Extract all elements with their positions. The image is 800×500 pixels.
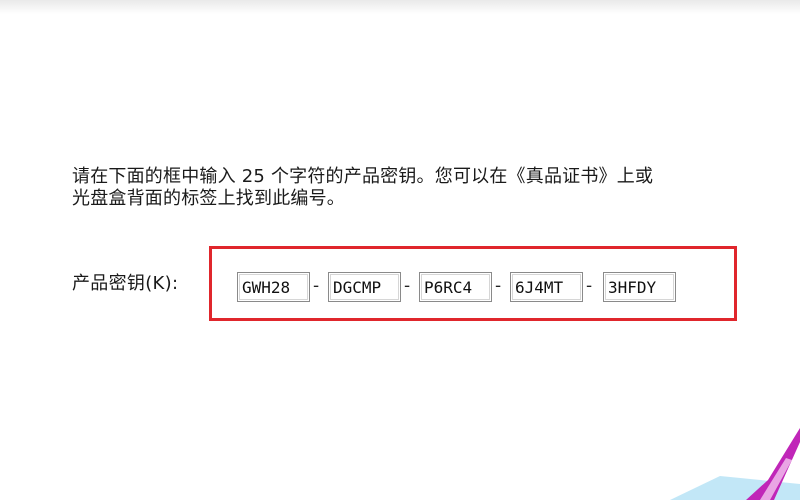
product-key-field-2[interactable] <box>328 272 401 302</box>
product-key-field-3[interactable] <box>419 272 492 302</box>
instruction-line-1: 请在下面的框中输入 25 个字符的产品密钥。您可以在《真品证书》上或 <box>72 166 654 187</box>
window-top-edge <box>0 0 800 14</box>
product-key-label: 产品密钥(K): <box>72 273 179 294</box>
instruction-text: 请在下面的框中输入 25 个字符的产品密钥。您可以在《真品证书》上或 光盘盒背面… <box>72 166 800 210</box>
key-separator: - <box>495 276 502 296</box>
key-separator: - <box>404 276 411 296</box>
product-key-field-4[interactable] <box>510 272 583 302</box>
key-separator: - <box>586 276 593 296</box>
product-key-field-1[interactable] <box>237 272 310 302</box>
key-separator: - <box>313 276 320 296</box>
product-key-field-5[interactable] <box>603 272 676 302</box>
windows-logo-decoration <box>670 428 800 500</box>
instruction-line-2: 光盘盒背面的标签上找到此编号。 <box>72 188 345 209</box>
